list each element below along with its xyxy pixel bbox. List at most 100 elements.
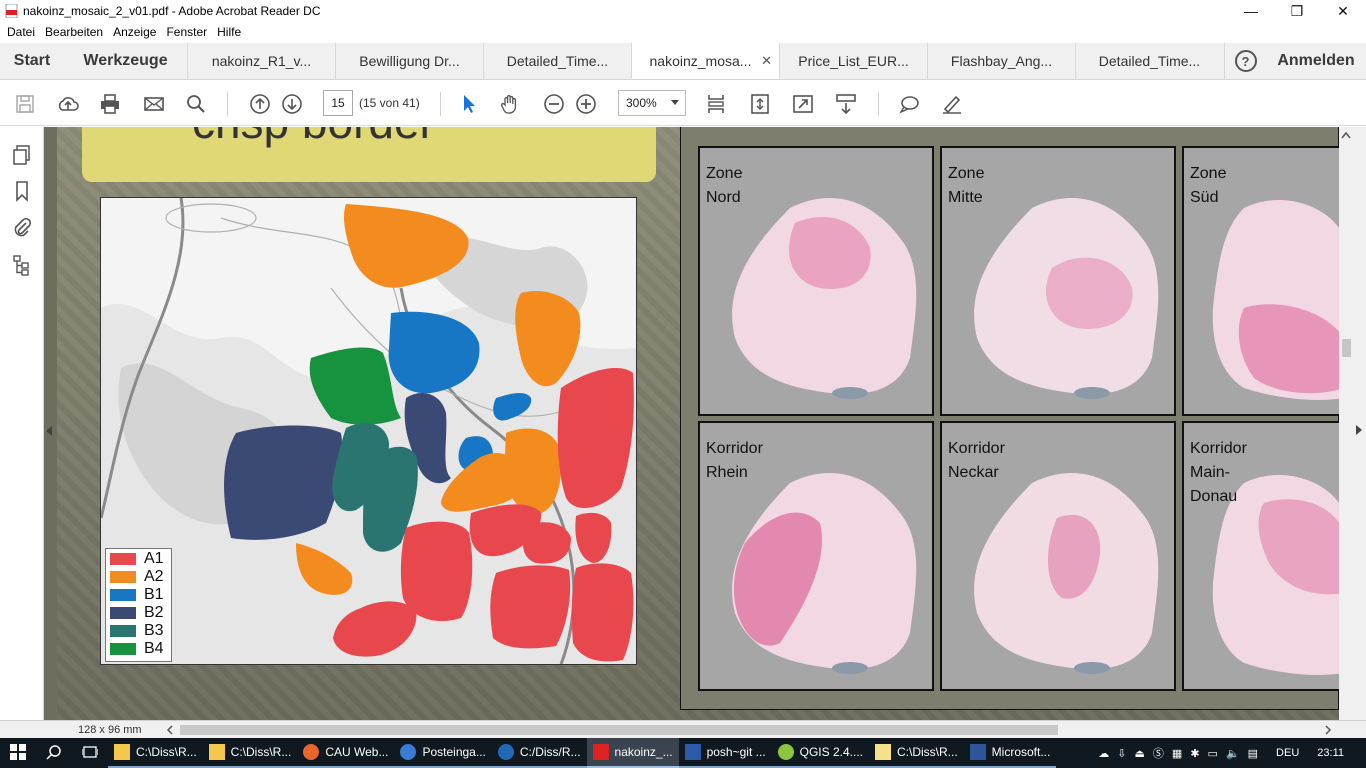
- full-screen-button[interactable]: [790, 91, 816, 117]
- clock[interactable]: 23:11: [1317, 747, 1344, 759]
- scrollbar-thumb[interactable]: [1342, 339, 1351, 357]
- tab-tools[interactable]: Werkzeuge: [64, 43, 187, 79]
- zone-map: Korridor Main- Donau: [1182, 421, 1339, 691]
- legend-label: A2: [144, 568, 164, 585]
- download-icon[interactable]: ⇩: [1117, 747, 1126, 760]
- scroll-right-arrow-icon[interactable]: [1324, 725, 1332, 735]
- tab-document[interactable]: nakoinz_R1_v...: [187, 43, 335, 79]
- notification-icon[interactable]: ▤: [1248, 747, 1258, 760]
- monitor-icon[interactable]: ▭: [1208, 747, 1218, 760]
- search-button[interactable]: [183, 91, 209, 117]
- highlight-button[interactable]: [939, 91, 965, 117]
- start-button[interactable]: [0, 738, 36, 768]
- taskbar-app[interactable]: C:\Diss\R...: [868, 738, 964, 768]
- taskbar-app[interactable]: Posteinga...: [394, 738, 492, 768]
- help-button[interactable]: ?: [1224, 43, 1266, 79]
- scroll-left-arrow-icon[interactable]: [166, 725, 174, 735]
- zone-map: Zone Süd: [1182, 146, 1339, 416]
- envelope-icon: [144, 97, 164, 111]
- page-size: 128 x 96 mm: [78, 724, 142, 736]
- zone-maps-panel: Zone Nord Zone Mitte Zone Süd Korridor R…: [680, 127, 1339, 710]
- tab-document-label: Detailed_Time...: [506, 53, 609, 69]
- zoom-in-button[interactable]: [573, 91, 599, 117]
- close-tab-icon[interactable]: ✕: [761, 53, 772, 69]
- legend-item: B4: [110, 640, 164, 658]
- tab-document[interactable]: Detailed_Time...: [1075, 43, 1223, 79]
- search-taskbar-button[interactable]: [36, 738, 72, 768]
- taskbar-app-label: QGIS 2.4....: [799, 745, 863, 759]
- tab-document-label: nakoinz_R1_v...: [211, 53, 312, 69]
- r-icon: [497, 744, 514, 760]
- scroll-up-arrow-icon[interactable]: [1341, 131, 1351, 139]
- taskbar-app[interactable]: C:\Diss\R...: [202, 738, 298, 768]
- taskbar-app[interactable]: QGIS 2.4....: [771, 738, 869, 768]
- menu-datei[interactable]: Datei: [2, 25, 40, 39]
- vertical-scrollbar[interactable]: [1339, 127, 1366, 720]
- auto-scroll-button[interactable]: [833, 91, 859, 117]
- taskbar-app[interactable]: Microsoft...: [963, 738, 1057, 768]
- network-icon[interactable]: ▦: [1172, 747, 1182, 760]
- skype-icon[interactable]: Ⓢ: [1153, 745, 1164, 761]
- bluetooth-icon[interactable]: ✱: [1190, 747, 1199, 760]
- zoom-select[interactable]: 300%: [618, 90, 686, 116]
- task-view-icon: [82, 746, 98, 758]
- taskbar-app[interactable]: C:/Diss/R...: [491, 738, 587, 768]
- tab-document[interactable]: Price_List_EUR...: [779, 43, 927, 79]
- tab-start[interactable]: Start: [0, 43, 64, 79]
- expand-right-arrow-icon[interactable]: [1354, 424, 1364, 436]
- taskbar-app[interactable]: C:\Diss\R...: [108, 738, 203, 768]
- taskbar-app[interactable]: CAU Web...: [297, 738, 395, 768]
- volume-icon[interactable]: 🔈: [1226, 747, 1240, 760]
- menu-anzeige[interactable]: Anzeige: [108, 25, 161, 39]
- collapse-panel-arrow-icon[interactable]: [46, 426, 52, 436]
- select-tool-button[interactable]: [455, 91, 481, 117]
- task-view-button[interactable]: [72, 738, 108, 768]
- tab-document[interactable]: Detailed_Time...: [483, 43, 631, 79]
- login-button[interactable]: Anmelden: [1266, 43, 1366, 79]
- save-button[interactable]: [12, 91, 38, 117]
- folder-icon: [208, 744, 225, 760]
- tab-document[interactable]: Bewilligung Dr...: [335, 43, 483, 79]
- expand-icon: [793, 95, 813, 113]
- scroll-mode-button[interactable]: [703, 91, 729, 117]
- usb-icon[interactable]: ⏏: [1135, 747, 1145, 760]
- legend-item: A2: [110, 568, 164, 586]
- notepad-icon: [874, 744, 891, 760]
- close-window-button[interactable]: ✕: [1320, 0, 1366, 22]
- email-button[interactable]: [141, 91, 167, 117]
- next-page-button[interactable]: [279, 91, 305, 117]
- fit-page-button[interactable]: [747, 91, 773, 117]
- minimize-button[interactable]: —: [1228, 0, 1274, 22]
- taskbar-app[interactable]: posh~git ...: [678, 738, 772, 768]
- onedrive-icon[interactable]: ☁: [1098, 747, 1109, 760]
- layers-tree-icon[interactable]: [11, 254, 33, 276]
- page-thumbnails-icon[interactable]: [11, 144, 33, 166]
- restore-button[interactable]: ❐: [1274, 0, 1320, 22]
- print-button[interactable]: [97, 91, 123, 117]
- language-indicator[interactable]: DEU: [1276, 747, 1299, 759]
- document-view[interactable]: crisp border: [44, 127, 1339, 720]
- menu-fenster[interactable]: Fenster: [161, 25, 212, 39]
- previous-page-button[interactable]: [247, 91, 273, 117]
- attachment-icon[interactable]: [11, 216, 33, 238]
- zoom-out-button[interactable]: [541, 91, 567, 117]
- comment-button[interactable]: [896, 91, 922, 117]
- tab-document-label: Flashbay_Ang...: [950, 53, 1053, 69]
- bookmark-icon[interactable]: [11, 180, 33, 202]
- tab-document-active[interactable]: nakoinz_mosa... ✕: [631, 43, 779, 79]
- page-number-input[interactable]: 15: [323, 90, 353, 116]
- title-bar: nakoinz_mosaic_2_v01.pdf - Adobe Acrobat…: [0, 0, 1366, 22]
- printer-icon: [101, 94, 119, 114]
- menu-bearbeiten[interactable]: Bearbeiten: [40, 25, 108, 39]
- powershell-icon: [684, 744, 701, 760]
- taskbar-app-active[interactable]: nakoinz_...: [586, 738, 679, 768]
- folder-icon: [114, 744, 130, 760]
- horizontal-scrollbar-thumb[interactable]: [180, 725, 1058, 735]
- upload-button[interactable]: [55, 91, 81, 117]
- hand-tool-button[interactable]: [497, 91, 523, 117]
- taskbar-app-label: nakoinz_...: [614, 745, 673, 759]
- navigation-panel: [0, 127, 44, 720]
- tab-document[interactable]: Flashbay_Ang...: [927, 43, 1075, 79]
- menu-hilfe[interactable]: Hilfe: [212, 25, 246, 39]
- legend-label: B1: [144, 586, 164, 603]
